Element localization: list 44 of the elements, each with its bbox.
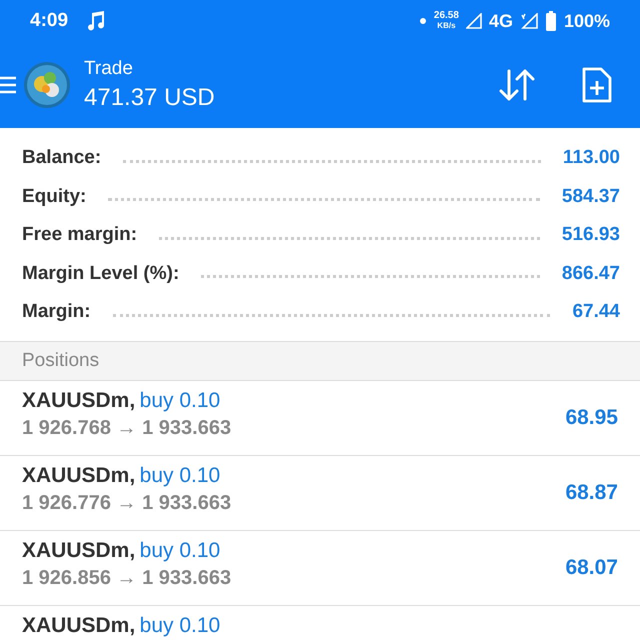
position-row[interactable]: XAUUSDm, buy 0.10 1 926.768 → 1 933.663 68.95: [0, 380, 640, 456]
summary-label: Balance:: [22, 147, 102, 170]
section-title: Positions: [22, 350, 100, 372]
menu-icon[interactable]: [0, 74, 16, 96]
position-profit: 68.87: [565, 480, 618, 504]
position-order: buy 0.10: [140, 614, 220, 636]
position-profit: 68.95: [565, 406, 618, 430]
summary-label: Free margin:: [22, 224, 138, 246]
summary-value: 113.00: [562, 147, 620, 170]
position-row[interactable]: XAUUSDm, buy 0.10: [0, 606, 640, 640]
position-prices: 1 926.768 → 1 933.663: [22, 416, 232, 440]
position-row[interactable]: XAUUSDm, buy 0.10 1 926.776 → 1 933.663 68.87: [0, 456, 640, 530]
screen-title: Trade: [84, 58, 134, 80]
position-symbol: XAUUSDm,: [22, 538, 136, 562]
app-logo-icon: [24, 62, 70, 108]
network-type: 4G: [488, 10, 513, 32]
signal-icon: [520, 13, 538, 29]
summary-value: 866.47: [562, 262, 620, 285]
summary-value: 516.93: [562, 224, 620, 246]
battery-icon: [544, 11, 557, 31]
position-symbol: XAUUSDm,: [22, 388, 136, 412]
summary-label: Margin Level (%):: [22, 262, 180, 285]
summary-value: 584.37: [562, 186, 620, 208]
position-symbol: XAUUSDm,: [22, 464, 136, 486]
position-order: buy 0.10: [140, 538, 220, 562]
position-order: buy 0.10: [140, 388, 220, 412]
position-prices: 1 926.856 → 1 933.663: [22, 566, 232, 590]
summary-value: 67.44: [572, 301, 620, 324]
position-symbol: XAUUSDm,: [22, 614, 136, 636]
status-time: 4:09: [30, 10, 68, 32]
net-speed: 26.58: [434, 11, 459, 21]
position-profit: 68.07: [565, 556, 618, 580]
signal-icon: [466, 13, 482, 29]
summary-label: Equity:: [22, 186, 86, 208]
position-row[interactable]: XAUUSDm, buy 0.10 1 926.856 → 1 933.663 68.07: [0, 530, 640, 606]
new-order-icon[interactable]: [582, 67, 612, 103]
account-balance: 471.37 USD: [84, 84, 216, 112]
position-order: buy 0.10: [140, 464, 220, 486]
dot-icon: [418, 17, 427, 25]
summary-label: Margin:: [22, 301, 91, 324]
battery-level: 100%: [564, 10, 610, 32]
position-prices: 1 926.776 → 1 933.663: [22, 492, 232, 514]
net-speed-unit: KB/s: [437, 21, 456, 31]
sort-icon[interactable]: [498, 67, 536, 103]
